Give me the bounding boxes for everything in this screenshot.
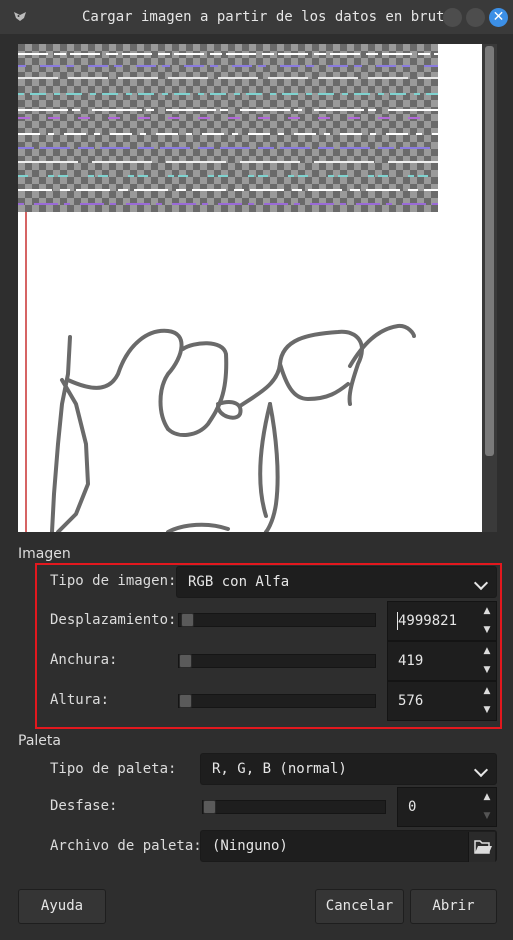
cancel-button[interactable]: Cancelar [315, 889, 404, 924]
spin-up-icon[interactable]: ▲ [478, 682, 496, 701]
preview-scribble [25, 212, 416, 532]
image-preview [18, 44, 482, 532]
spin-down-icon[interactable]: ▼ [478, 621, 496, 640]
chevron-down-icon [473, 762, 489, 778]
offset-slider[interactable] [178, 613, 376, 627]
image-section-label: Imagen [18, 546, 71, 562]
width-spinbox[interactable]: 419 ▲ ▼ [387, 641, 497, 681]
height-spinbox[interactable]: 576 ▲ ▼ [387, 681, 497, 721]
width-value: 419 [398, 653, 424, 669]
chevron-down-icon [473, 575, 489, 591]
offset-spinbox[interactable]: 4999821 ▲ ▼ [387, 601, 497, 641]
image-type-value: RGB con Alfa [188, 574, 290, 590]
preview-scrollbar-thumb[interactable] [485, 46, 494, 456]
height-slider[interactable] [178, 694, 376, 708]
help-button[interactable]: Ayuda [18, 889, 106, 924]
spin-down-icon[interactable]: ▼ [478, 701, 496, 720]
height-slider-handle[interactable] [179, 694, 192, 708]
image-type-dropdown[interactable]: RGB con Alfa [176, 566, 497, 598]
open-file-icon[interactable] [468, 832, 495, 862]
image-type-label: Tipo de imagen: [50, 573, 177, 589]
width-label: Anchura: [50, 652, 118, 668]
palette-type-dropdown[interactable]: R, G, B (normal) [200, 753, 497, 785]
palette-file-label: Archivo de paleta: [50, 838, 202, 854]
width-slider-handle[interactable] [179, 654, 192, 668]
offset-label: Desplazamiento: [50, 612, 177, 628]
palette-offset-spinbox[interactable]: 0 ▲ ▼ [397, 787, 497, 827]
offset-value: 4999821 [398, 613, 458, 629]
palette-type-label: Tipo de paleta: [50, 761, 177, 777]
window-title: Cargar imagen a partir de los datos en b… [82, 9, 453, 25]
gimp-icon [14, 12, 26, 21]
palette-section-label: Paleta [18, 733, 61, 749]
palette-file-value: (Ninguno) [212, 838, 288, 854]
palette-file-chooser[interactable]: (Ninguno) [200, 830, 497, 862]
offset-slider-handle[interactable] [181, 613, 194, 627]
open-button[interactable]: Abrir [410, 889, 497, 924]
height-value: 576 [398, 693, 424, 709]
spin-down-icon[interactable]: ▼ [478, 661, 496, 680]
close-icon[interactable]: ✕ [489, 8, 508, 27]
palette-offset-value: 0 [408, 799, 417, 815]
title-bar: Cargar imagen a partir de los datos en b… [0, 0, 513, 34]
spin-up-icon[interactable]: ▲ [478, 642, 496, 661]
maximize-icon[interactable] [466, 8, 485, 27]
palette-offset-label: Desfase: [50, 798, 118, 814]
width-slider[interactable] [178, 654, 376, 668]
palette-offset-slider-handle[interactable] [203, 800, 216, 814]
spin-up-icon[interactable]: ▲ [478, 788, 496, 807]
spin-down-icon[interactable]: ▼ [478, 807, 496, 826]
palette-offset-slider[interactable] [202, 800, 386, 814]
palette-type-value: R, G, B (normal) [212, 761, 347, 777]
minimize-icon[interactable] [443, 8, 462, 27]
height-label: Altura: [50, 692, 110, 708]
spin-up-icon[interactable]: ▲ [478, 602, 496, 621]
